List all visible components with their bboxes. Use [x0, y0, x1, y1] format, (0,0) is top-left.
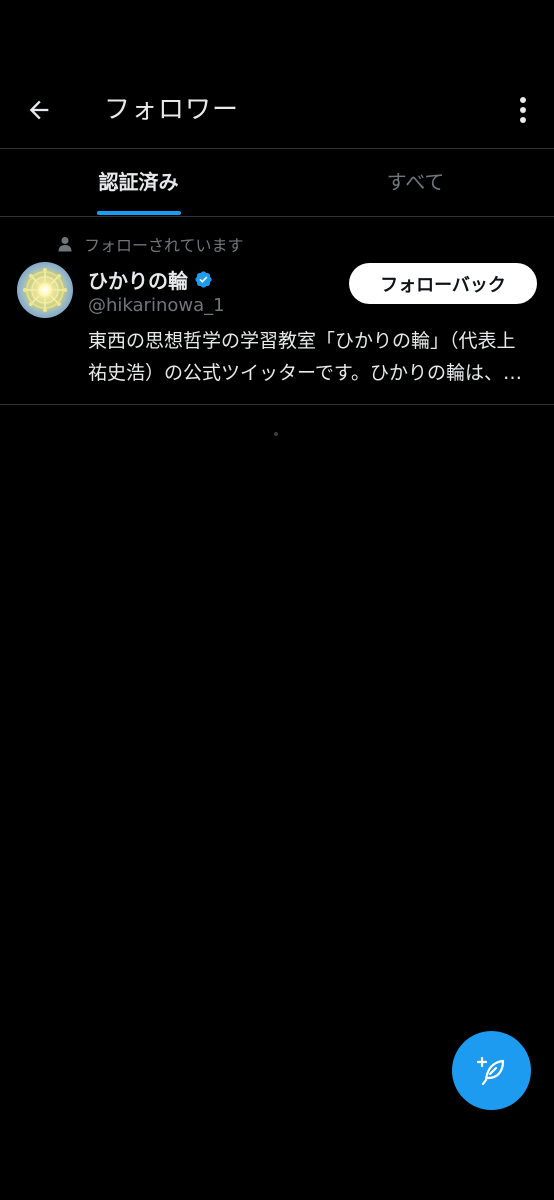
follows-you-label: フォローされています: [84, 236, 244, 255]
more-options-button[interactable]: [505, 90, 541, 130]
follower-list-item[interactable]: フォローされています ひかりの輪 @hikarinowa_1 フォローバック 東…: [0, 217, 554, 403]
page-title: フォロワー: [104, 95, 240, 125]
tab-label: すべて: [386, 169, 445, 194]
loading-indicator: [274, 432, 278, 436]
tab-all[interactable]: すべて: [277, 149, 554, 216]
active-tab-indicator: [96, 211, 181, 215]
more-vertical-icon: [520, 97, 526, 123]
compose-feather-icon: [476, 1056, 504, 1085]
compose-tweet-button[interactable]: [452, 1031, 531, 1110]
user-bio: 東西の思想哲学の学習教室「ひかりの輪」（代表上祐史浩）の公式ツイッターです。ひか…: [88, 330, 522, 384]
tab-bar: 認証済み すべて: [0, 149, 554, 216]
row-divider: [0, 404, 554, 405]
display-name[interactable]: ひかりの輪: [88, 265, 188, 294]
hikari-no-wa-logo-avatar: [17, 262, 73, 318]
tab-label: 認証済み: [98, 169, 179, 194]
follow-back-button[interactable]: フォローバック: [349, 263, 537, 304]
top-app-bar: フォロワー: [0, 0, 554, 148]
person-icon: [58, 237, 72, 252]
verified-badge-icon: [194, 270, 213, 289]
tab-verified[interactable]: 認証済み: [0, 149, 277, 216]
avatar[interactable]: [17, 262, 73, 318]
back-button[interactable]: [18, 90, 60, 130]
follows-you-indicator: フォローされています: [58, 233, 244, 255]
user-handle: @hikarinowa_1: [88, 295, 225, 316]
arrow-left-icon: [29, 100, 49, 120]
display-name-row: ひかりの輪: [88, 265, 213, 293]
